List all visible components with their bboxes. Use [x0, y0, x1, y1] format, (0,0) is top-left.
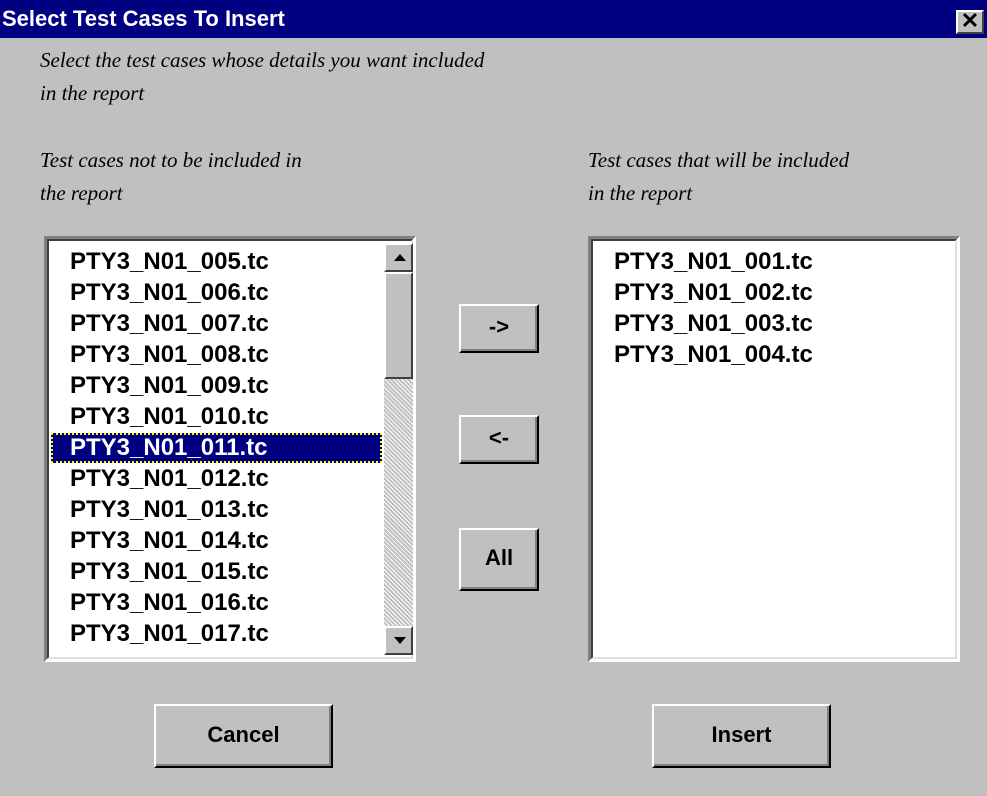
list-item[interactable]: PTY3_N01_002.tc: [595, 278, 945, 308]
excluded-test-cases-listbox[interactable]: PTY3_N01_005.tc PTY3_N01_006.tc PTY3_N01…: [44, 236, 416, 662]
add-all-button[interactable]: All: [459, 528, 539, 591]
list-item[interactable]: PTY3_N01_003.tc: [595, 309, 945, 339]
insert-label: Insert: [711, 722, 772, 747]
list-item[interactable]: PTY3_N01_009.tc: [51, 371, 382, 401]
excluded-label-line-2: the report: [40, 181, 123, 205]
included-label-line-1: Test cases that will be included: [588, 148, 850, 172]
add-selected-label: ->: [488, 314, 510, 339]
add-all-label: All: [484, 545, 514, 570]
list-item[interactable]: PTY3_N01_006.tc: [51, 278, 382, 308]
close-button[interactable]: ✕: [956, 10, 984, 34]
list-item[interactable]: PTY3_N01_010.tc: [51, 402, 382, 432]
list-item[interactable]: PTY3_N01_007.tc: [51, 309, 382, 339]
excluded-label-line-1: Test cases not to be included in: [40, 148, 302, 172]
arrow-up-icon: [394, 254, 406, 261]
included-listbox-frame: PTY3_N01_001.tc PTY3_N01_002.tc PTY3_N01…: [591, 239, 957, 659]
cancel-button[interactable]: Cancel: [154, 704, 333, 768]
dialog-body: Select the test cases whose details you …: [0, 38, 987, 796]
close-icon: ✕: [960, 8, 980, 33]
list-item[interactable]: PTY3_N01_001.tc: [595, 247, 945, 277]
remove-selected-label: <-: [488, 425, 510, 450]
excluded-list-label: Test cases not to be included in the rep…: [40, 144, 302, 210]
included-list-label: Test cases that will be included in the …: [588, 144, 849, 210]
title-bar: Select Test Cases To Insert ✕: [0, 0, 987, 38]
included-test-cases-listbox[interactable]: PTY3_N01_001.tc PTY3_N01_002.tc PTY3_N01…: [588, 236, 960, 662]
list-item-selected[interactable]: PTY3_N01_011.tc: [51, 433, 382, 463]
list-item[interactable]: PTY3_N01_017.tc: [51, 619, 382, 649]
insert-button[interactable]: Insert: [652, 704, 831, 768]
cancel-label: Cancel: [207, 722, 280, 747]
list-item[interactable]: PTY3_N01_005.tc: [51, 247, 382, 277]
included-label-line-2: in the report: [588, 181, 693, 205]
remove-selected-button[interactable]: <-: [459, 415, 539, 464]
add-selected-button[interactable]: ->: [459, 304, 539, 353]
list-item[interactable]: PTY3_N01_015.tc: [51, 557, 382, 587]
list-item[interactable]: PTY3_N01_014.tc: [51, 526, 382, 556]
scroll-up-button[interactable]: [384, 243, 413, 272]
instructions-text: Select the test cases whose details you …: [40, 44, 484, 110]
window-title: Select Test Cases To Insert: [2, 6, 285, 31]
instructions-line-1: Select the test cases whose details you …: [40, 48, 485, 72]
scroll-down-button[interactable]: [384, 626, 413, 655]
instructions-line-2: in the report: [40, 81, 145, 105]
list-item[interactable]: PTY3_N01_013.tc: [51, 495, 382, 525]
list-item[interactable]: PTY3_N01_016.tc: [51, 588, 382, 618]
list-item[interactable]: PTY3_N01_004.tc: [595, 340, 945, 370]
arrow-down-icon: [394, 637, 406, 644]
excluded-listbox-frame: PTY3_N01_005.tc PTY3_N01_006.tc PTY3_N01…: [47, 239, 413, 659]
vertical-scrollbar[interactable]: [384, 243, 413, 655]
scrollbar-thumb[interactable]: [384, 272, 413, 379]
list-item[interactable]: PTY3_N01_008.tc: [51, 340, 382, 370]
list-item[interactable]: PTY3_N01_012.tc: [51, 464, 382, 494]
